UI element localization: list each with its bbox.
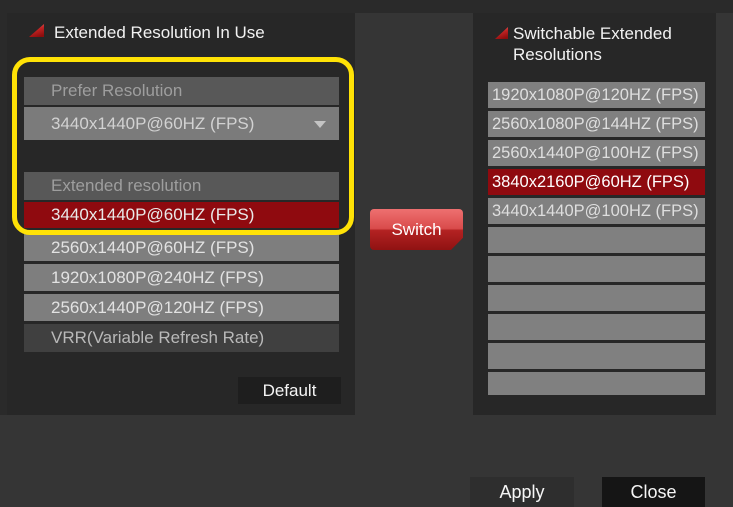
panel-title-right-line2: Resolutions — [513, 44, 708, 65]
prefer-resolution-header: Prefer Resolution — [24, 77, 339, 105]
list-item-empty — [488, 343, 705, 369]
list-item-switchable[interactable]: 3440x1440P@100HZ (FPS) — [488, 198, 705, 224]
panel-title-left: Extended Resolution In Use — [54, 22, 265, 43]
list-item-resolution[interactable]: 1920x1080P@240HZ (FPS) — [24, 264, 339, 291]
red-triangle-icon — [495, 27, 508, 39]
list-item-empty — [488, 285, 705, 311]
list-item-switchable[interactable]: 2560x1080P@144HZ (FPS) — [488, 111, 705, 137]
list-item-empty — [488, 227, 705, 253]
switchable-extended-resolutions-panel: Switchable Extended Resolutions 1920x108… — [473, 13, 716, 415]
list-item-switchable[interactable]: 1920x1080P@120HZ (FPS) — [488, 82, 705, 108]
apply-button[interactable]: Apply — [470, 477, 574, 507]
switch-button[interactable]: Switch — [370, 209, 463, 250]
extended-resolution-header: Extended resolution — [24, 172, 339, 200]
window-left-strip — [0, 13, 7, 415]
chevron-down-icon — [314, 121, 326, 128]
prefer-resolution-value: 3440x1440P@60HZ (FPS) — [51, 114, 254, 134]
list-item-empty — [488, 372, 705, 395]
list-item-empty — [488, 314, 705, 340]
window-top-strip — [0, 0, 733, 13]
red-triangle-icon — [29, 24, 44, 37]
default-button[interactable]: Default — [238, 377, 341, 404]
list-item-vrr[interactable]: VRR(Variable Refresh Rate) — [24, 324, 339, 352]
extended-resolution-in-use-panel: Extended Resolution In Use Prefer Resolu… — [7, 13, 355, 415]
list-item-empty — [488, 256, 705, 282]
close-button[interactable]: Close — [602, 477, 705, 507]
prefer-resolution-dropdown[interactable]: 3440x1440P@60HZ (FPS) — [24, 107, 339, 140]
list-item-switchable[interactable]: 2560x1440P@100HZ (FPS) — [488, 140, 705, 166]
panel-title-right: Switchable Extended Resolutions — [513, 23, 708, 65]
list-item-resolution-selected[interactable]: 3440x1440P@60HZ (FPS) — [24, 202, 339, 228]
list-item-switchable-selected[interactable]: 3840x2160P@60HZ (FPS) — [488, 169, 705, 195]
list-item-resolution[interactable]: 2560x1440P@60HZ (FPS) — [24, 234, 339, 261]
list-item-resolution[interactable]: 2560x1440P@120HZ (FPS) — [24, 294, 339, 321]
panel-title-right-line1: Switchable Extended — [513, 23, 708, 44]
